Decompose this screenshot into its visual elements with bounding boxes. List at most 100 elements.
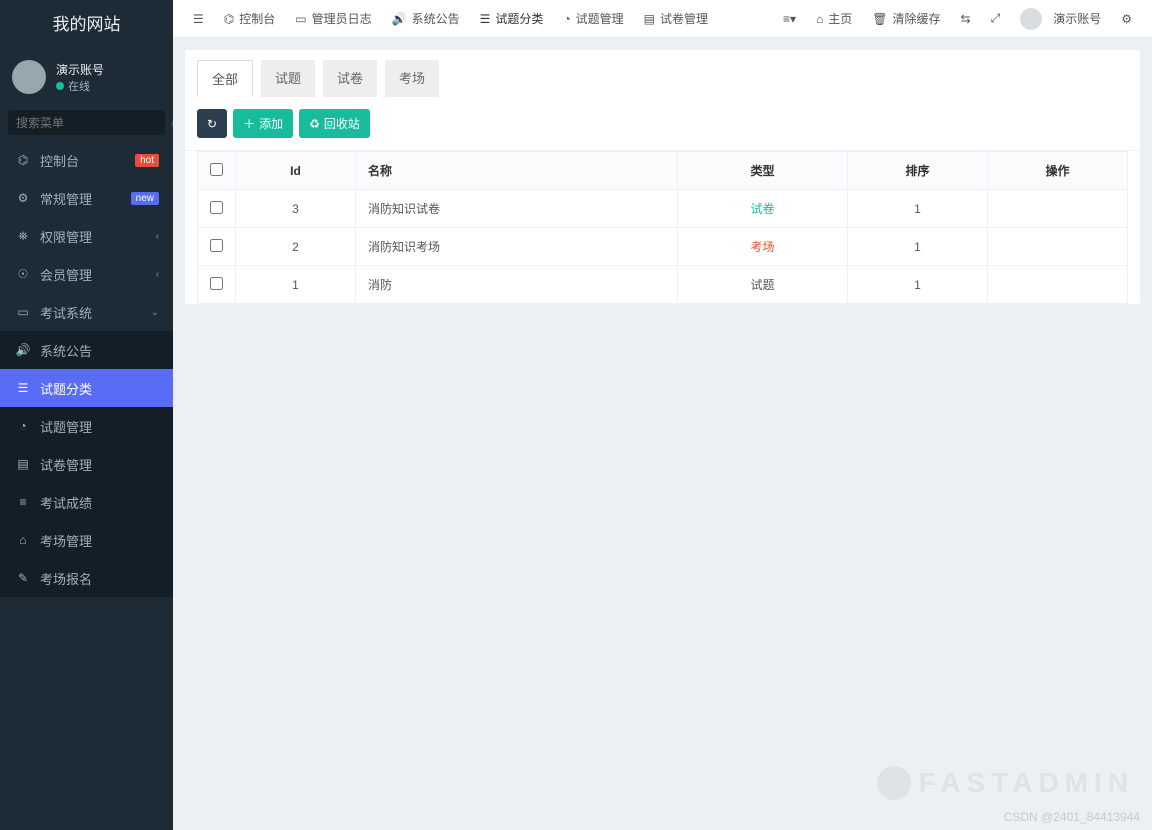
cell-name: 消防知识试卷 xyxy=(356,190,678,228)
sidebar: 我的网站 演示账号 在线 ⌕ ⌬控制台hot⚙常规管理new⛯权限管理‹☉会员管… xyxy=(0,0,173,830)
nav-label: 常规管理 xyxy=(40,189,92,208)
watermark-text: CSDN @2401_84413944 xyxy=(1004,810,1140,824)
topnav-item[interactable]: ⌬控制台 xyxy=(214,0,286,37)
refresh-button[interactable]: ↻ xyxy=(197,109,227,138)
sidebar-subitem[interactable]: ▤ 试卷管理 xyxy=(0,445,173,483)
plus-icon: ＋ xyxy=(243,115,255,132)
sidebar-item[interactable]: ⚙常规管理new xyxy=(0,179,173,217)
nav-icon: ✎ xyxy=(14,571,32,585)
tab[interactable]: 试题 xyxy=(261,60,315,97)
table-row: 2 消防知识考场 考场 1 xyxy=(198,228,1128,266)
sidebar-subitem[interactable]: 🔊 系统公告 xyxy=(0,331,173,369)
topnav-icon: 🔊 xyxy=(392,12,407,26)
topnav-icon: ⤢ xyxy=(991,11,1001,26)
nav-label: 考试成绩 xyxy=(40,493,92,512)
topnav-item[interactable]: ◔试题管理 xyxy=(553,0,633,37)
topnav-icon: ☰ xyxy=(480,12,491,26)
top-settings[interactable]: ⚙ xyxy=(1111,0,1142,37)
cell-id: 2 xyxy=(236,228,356,266)
row-checkbox[interactable] xyxy=(210,201,223,214)
nav-icon: ≡ xyxy=(14,495,32,509)
sidebar-subitem[interactable]: ≡ 考试成绩 xyxy=(0,483,173,521)
cell-id: 1 xyxy=(236,266,356,304)
select-all-checkbox[interactable] xyxy=(210,163,223,176)
nav-label: 系统公告 xyxy=(40,341,92,360)
sidebar-subitem[interactable]: ⌂ 考场管理 xyxy=(0,521,173,559)
nav-badge: hot xyxy=(135,154,159,167)
sidebar-subitem[interactable]: ☰试题分类 xyxy=(0,369,173,407)
th-action[interactable]: 操作 xyxy=(988,152,1128,190)
nav-icon: ⌂ xyxy=(14,533,32,547)
sidebar-item[interactable]: ⌬控制台hot xyxy=(0,141,173,179)
topnav-right-item[interactable]: 🗑清除缓存 xyxy=(862,0,950,37)
topnav-right-item[interactable]: ≡▾ xyxy=(773,0,806,37)
th-type[interactable]: 类型 xyxy=(678,152,848,190)
user-name: 演示账号 xyxy=(56,61,104,78)
toolbar: ↻ ＋添加 ♻回收站 xyxy=(185,97,1140,151)
brand-title[interactable]: 我的网站 xyxy=(0,0,173,50)
chevron-left-icon: ‹ xyxy=(156,269,159,280)
nav-icon: ⛯ xyxy=(14,229,32,244)
cell-action[interactable] xyxy=(988,266,1128,304)
sidebar-item[interactable]: ▭ 考试系统 ⌄ xyxy=(0,293,173,331)
avatar xyxy=(12,60,46,94)
sidebar-item[interactable]: ⛯权限管理‹ xyxy=(0,217,173,255)
topnav-icon: ⇆ xyxy=(961,12,971,26)
nav-label: 试卷管理 xyxy=(40,455,92,474)
user-panel[interactable]: 演示账号 在线 xyxy=(0,50,173,104)
nav-icon: ▭ xyxy=(14,305,32,319)
topnav-right-item[interactable]: ⇆ xyxy=(951,0,981,37)
topnav-item[interactable]: ▤试卷管理 xyxy=(634,0,718,37)
watermark-logo: FASTADMIN xyxy=(877,766,1134,800)
tab[interactable]: 考场 xyxy=(385,60,439,97)
search-input[interactable] xyxy=(16,116,171,130)
sidebar-subitem[interactable]: ✎考场报名 xyxy=(0,559,173,597)
cell-id: 3 xyxy=(236,190,356,228)
cell-action[interactable] xyxy=(988,190,1128,228)
topnav-item[interactable]: ▭管理员日志 xyxy=(285,0,381,37)
row-checkbox[interactable] xyxy=(210,239,223,252)
topnav-icon: ⌂ xyxy=(816,12,823,26)
tab[interactable]: 全部 xyxy=(197,60,253,97)
top-user-name: 演示账号 xyxy=(1053,10,1101,27)
sidebar-search[interactable]: ⌕ xyxy=(8,110,165,135)
topnav-icon: ⌬ xyxy=(224,12,234,26)
cell-type: 试题 xyxy=(750,278,774,292)
nav-icon: 🔊 xyxy=(14,343,32,357)
sidebar-subitem[interactable]: ◔ 试题管理 xyxy=(0,407,173,445)
recycle-button[interactable]: ♻回收站 xyxy=(299,109,370,138)
nav-label: 试题分类 xyxy=(40,379,92,398)
cell-name: 消防知识考场 xyxy=(356,228,678,266)
sidebar-item[interactable]: ☉会员管理‹ xyxy=(0,255,173,293)
nav-icon: ◔ xyxy=(14,419,32,433)
th-name[interactable]: 名称 xyxy=(356,152,678,190)
table-row: 3 消防知识试卷 试卷 1 xyxy=(198,190,1128,228)
topnav-item[interactable]: ☰试题分类 xyxy=(470,0,554,37)
cell-sort: 1 xyxy=(848,228,988,266)
topnav-right-item[interactable]: ⌂ 主页 xyxy=(806,0,862,37)
nav-icon: ▤ xyxy=(14,457,32,471)
nav-label: 试题管理 xyxy=(40,417,92,436)
nav-label: 考试系统 xyxy=(40,303,92,322)
nav-badge: new xyxy=(131,192,159,205)
tab[interactable]: 试卷 xyxy=(323,60,377,97)
th-id[interactable]: Id xyxy=(236,152,356,190)
nav-label: 考场管理 xyxy=(40,531,92,550)
cell-name: 消防 xyxy=(356,266,678,304)
add-button[interactable]: ＋添加 xyxy=(233,109,293,138)
topnav-right-item[interactable]: ⤢ xyxy=(981,0,1011,37)
nav-label: 权限管理 xyxy=(40,227,92,246)
row-checkbox[interactable] xyxy=(210,277,223,290)
chevron-down-icon: ⌄ xyxy=(151,307,159,318)
topnav-label: 主页 xyxy=(828,10,852,27)
recycle-icon: ♻ xyxy=(309,117,320,131)
cell-action[interactable] xyxy=(988,228,1128,266)
th-sort[interactable]: 排序 xyxy=(848,152,988,190)
topnav-item[interactable]: ☰ xyxy=(183,0,214,37)
user-status: 在线 xyxy=(56,78,104,94)
topnav-icon: ▭ xyxy=(295,12,306,26)
topnav-label: 试题管理 xyxy=(576,10,624,27)
topnav-item[interactable]: 🔊系统公告 xyxy=(382,0,470,37)
top-user[interactable]: 演示账号 xyxy=(1010,0,1111,37)
tabs: 全部试题试卷考场 xyxy=(185,50,1140,97)
